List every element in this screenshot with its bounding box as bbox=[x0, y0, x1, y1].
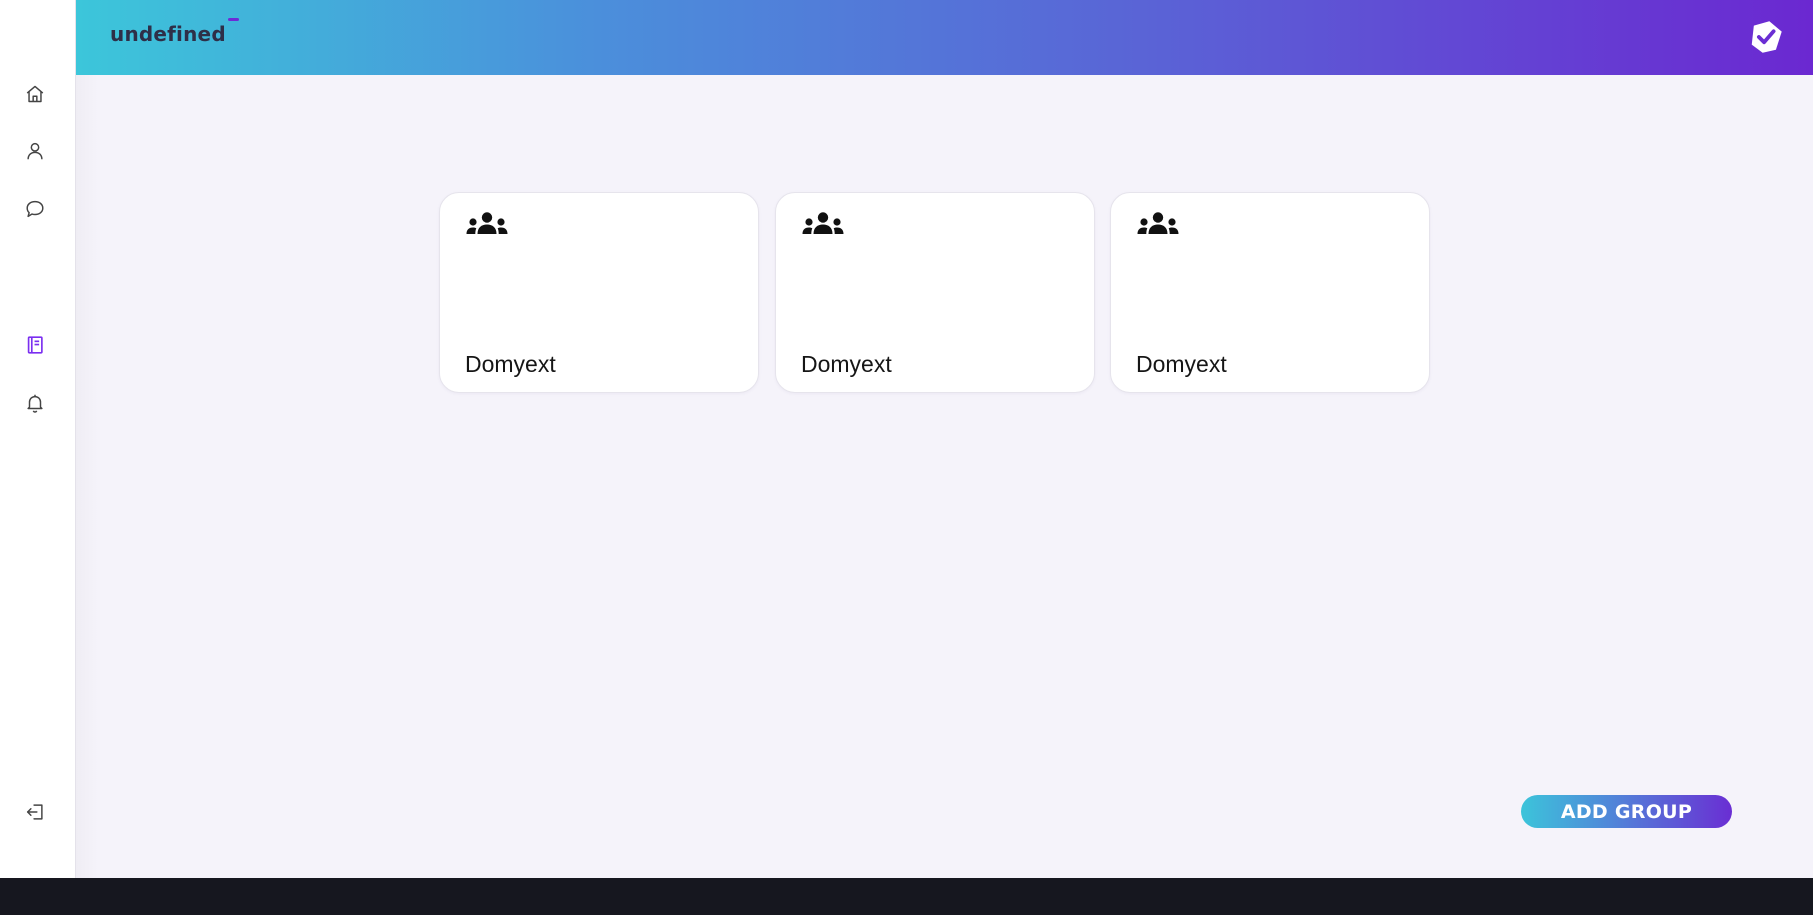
notebook-icon bbox=[27, 336, 43, 354]
sidebar-item-profile[interactable] bbox=[20, 136, 50, 166]
group-name: Domyext bbox=[801, 351, 892, 377]
group-name: Domyext bbox=[1136, 351, 1227, 377]
group-icon bbox=[1137, 212, 1179, 234]
content-edge-shadow bbox=[76, 75, 98, 878]
group-card[interactable]: Domyext bbox=[1110, 192, 1430, 393]
group-name: Domyext bbox=[465, 351, 556, 377]
check-shield-icon[interactable] bbox=[1747, 18, 1785, 56]
logout-button[interactable] bbox=[20, 797, 50, 827]
logout-icon bbox=[26, 804, 43, 820]
bottom-bar bbox=[0, 878, 1813, 915]
top-header: undefined bbox=[76, 0, 1813, 75]
group-card[interactable]: Domyext bbox=[439, 192, 759, 393]
sidebar-item-groups[interactable] bbox=[20, 330, 50, 360]
sidebar-item-notifications[interactable] bbox=[20, 388, 50, 418]
sidebar-item-home[interactable] bbox=[20, 79, 50, 109]
chat-bubble-icon bbox=[26, 200, 44, 218]
bell-icon bbox=[27, 394, 43, 413]
group-card[interactable]: Domyext bbox=[775, 192, 1095, 393]
group-icon bbox=[466, 212, 508, 234]
user-icon bbox=[27, 142, 43, 160]
app-window: undefined Domyext Domyext Domyext ADD GR… bbox=[0, 0, 1813, 878]
group-icon bbox=[802, 212, 844, 234]
sidebar bbox=[0, 0, 76, 878]
add-group-button[interactable]: ADD GROUP bbox=[1521, 795, 1732, 828]
brand-accent-mark bbox=[228, 18, 239, 21]
sidebar-item-messages[interactable] bbox=[20, 194, 50, 224]
home-icon bbox=[26, 85, 44, 103]
brand-name: undefined bbox=[110, 22, 226, 46]
